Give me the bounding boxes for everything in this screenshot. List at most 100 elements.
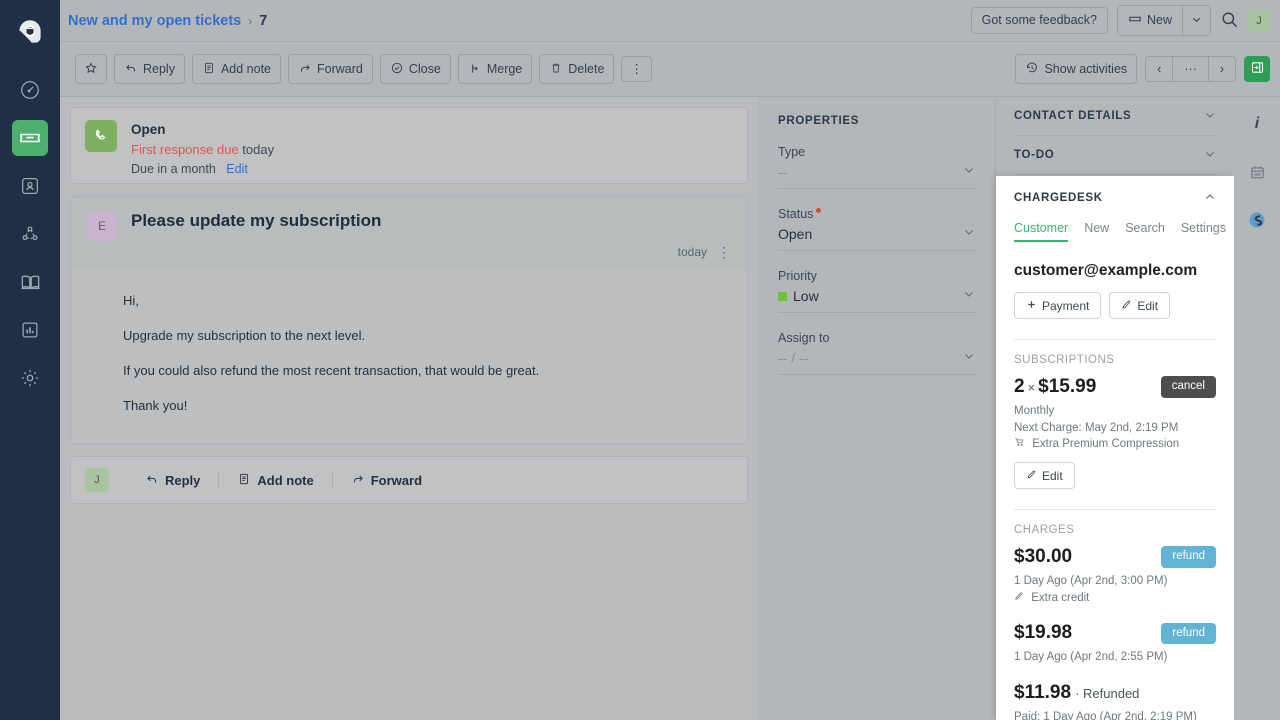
search-icon (1220, 10, 1239, 32)
reply-button[interactable]: Reply (114, 54, 185, 85)
message-card: E Please update my subscription today ⋮ … (70, 196, 748, 444)
forward-icon (351, 472, 365, 489)
pencil-icon (1121, 299, 1132, 312)
accordion-todo[interactable]: TO-DO (1014, 136, 1216, 175)
accordion-todo-label: TO-DO (1014, 149, 1054, 161)
sidebar-item-solutions[interactable] (12, 264, 48, 300)
refund-charge-button[interactable]: refund (1161, 623, 1216, 645)
reply-avatar: J (85, 468, 109, 492)
gauge-icon (19, 79, 41, 101)
sidebar-item-contacts[interactable] (12, 168, 48, 204)
field-type-value: -- (778, 164, 977, 180)
merge-button[interactable]: Merge (458, 54, 532, 85)
ticket-icon (1128, 12, 1142, 29)
new-dropdown-button[interactable] (1183, 5, 1211, 36)
sidebar-item-analytics[interactable] (12, 312, 48, 348)
show-activities-button[interactable]: Show activities (1015, 54, 1137, 85)
reply-bar-forward-label: Forward (371, 473, 422, 488)
field-status-value: Open (778, 226, 977, 242)
pager-dots-button[interactable]: ··· (1172, 56, 1209, 83)
tab-new[interactable]: New (1084, 221, 1109, 242)
merge-button-label: Merge (487, 63, 522, 76)
reply-button-label: Reply (143, 63, 175, 76)
subscription-details: Monthly Next Charge: May 2nd, 2:19 PM Ex… (1014, 403, 1216, 453)
trash-icon (549, 61, 563, 78)
headset-icon (17, 19, 43, 45)
sidebar-item-tickets[interactable] (12, 120, 48, 156)
forward-button[interactable]: Forward (288, 54, 373, 85)
refund-charge-button[interactable]: refund (1161, 546, 1216, 568)
calendar-icon[interactable] (1244, 159, 1270, 185)
reply-bar-add-note-button[interactable]: Add note (219, 472, 332, 489)
info-icon[interactable]: i (1244, 111, 1270, 137)
subscription-interval: Monthly (1014, 403, 1216, 420)
sidebar-item-collaborate[interactable] (12, 216, 48, 252)
breadcrumb-link[interactable]: New and my open tickets (68, 13, 241, 29)
more-actions-button[interactable]: ⋮ (621, 56, 652, 83)
breadcrumb-current: 7 (259, 13, 267, 29)
reply-bar-reply-label: Reply (165, 473, 200, 488)
close-button-label: Close (409, 63, 441, 76)
delete-button-label: Delete (568, 63, 604, 76)
message-more-button[interactable]: ⋮ (717, 245, 731, 259)
ticket-due-edit-link[interactable]: Edit (226, 162, 248, 176)
add-payment-button[interactable]: Payment (1014, 292, 1101, 319)
show-activities-label: Show activities (1044, 63, 1127, 76)
charge-refund-state: · Refunded (1075, 686, 1139, 701)
chevron-down-icon (1204, 148, 1216, 163)
message-paragraph: Thank you! (123, 398, 695, 413)
subscription-amount-wrap: 2×$15.99 (1014, 376, 1096, 398)
collapse-panel-button[interactable] (1244, 56, 1270, 82)
field-assign-to-label: Assign to (778, 331, 977, 345)
feedback-button[interactable]: Got some feedback? (971, 7, 1108, 34)
subscription-product-row: Extra Premium Compression (1014, 436, 1216, 453)
add-note-button[interactable]: Add note (192, 54, 281, 85)
subscription-edit-row: Edit (1014, 462, 1216, 489)
ticket-status-title: Open (131, 120, 274, 140)
field-assign-to[interactable]: Assign to -- / -- (778, 331, 977, 375)
charge-item-header: $11.98· Refunded (1014, 682, 1216, 704)
network-icon (19, 223, 41, 245)
check-circle-icon (390, 61, 404, 78)
field-status[interactable]: Status Open (778, 207, 977, 251)
message-body: Hi, Upgrade my subscription to the next … (71, 269, 747, 443)
pencil-icon (1026, 469, 1037, 482)
chargedesk-title: CHARGEDESK (1014, 192, 1103, 204)
reply-bar-forward-button[interactable]: Forward (333, 472, 440, 489)
field-priority-value-wrap: Low (778, 288, 977, 304)
subscription-quantity: 2 (1014, 376, 1025, 397)
charge-item: $30.00 refund 1 Day Ago (Apr 2nd, 3:00 P… (1014, 546, 1216, 606)
prev-ticket-button[interactable]: ‹ (1145, 56, 1173, 83)
cancel-subscription-button[interactable]: cancel (1161, 376, 1216, 398)
edit-customer-button[interactable]: Edit (1109, 292, 1170, 319)
field-type[interactable]: Type -- (778, 145, 977, 189)
chargedesk-header[interactable]: CHARGEDESK (1014, 176, 1216, 214)
accordion-contact-details[interactable]: CONTACT DETAILS (1014, 97, 1216, 136)
subscription-item: 2×$15.99 cancel Monthly Next Charge: May… (1014, 376, 1216, 489)
chargedesk-app-icon[interactable] (1244, 207, 1270, 233)
chevron-down-icon (963, 350, 975, 365)
delete-button[interactable]: Delete (539, 54, 614, 85)
tab-settings[interactable]: Settings (1181, 221, 1226, 242)
app-root: New and my open tickets › 7 Got some fee… (0, 0, 1280, 720)
edit-subscription-button[interactable]: Edit (1014, 462, 1075, 489)
new-button-group: New (1117, 5, 1211, 36)
breadcrumb-separator-icon: › (248, 14, 252, 28)
tab-search[interactable]: Search (1125, 221, 1165, 242)
tab-customer[interactable]: Customer (1014, 221, 1068, 242)
close-button[interactable]: Close (380, 54, 451, 85)
charge-when: 1 Day Ago (Apr 2nd, 2:55 PM) (1014, 649, 1216, 666)
search-button[interactable] (1220, 10, 1239, 32)
next-ticket-button[interactable]: › (1208, 56, 1236, 83)
sidebar-item-logo[interactable] (12, 14, 48, 50)
new-button[interactable]: New (1117, 5, 1183, 36)
right-rail: i (1234, 97, 1280, 720)
sidebar-item-admin[interactable] (12, 360, 48, 396)
field-priority[interactable]: Priority Low (778, 269, 977, 313)
required-dot-icon (816, 208, 821, 213)
sidebar-item-dashboard[interactable] (12, 72, 48, 108)
ticket-status-card: Open First response due today Due in a m… (70, 107, 748, 184)
star-button[interactable] (75, 54, 107, 85)
reply-bar-reply-button[interactable]: Reply (127, 472, 219, 489)
user-avatar[interactable]: J (1248, 10, 1270, 32)
